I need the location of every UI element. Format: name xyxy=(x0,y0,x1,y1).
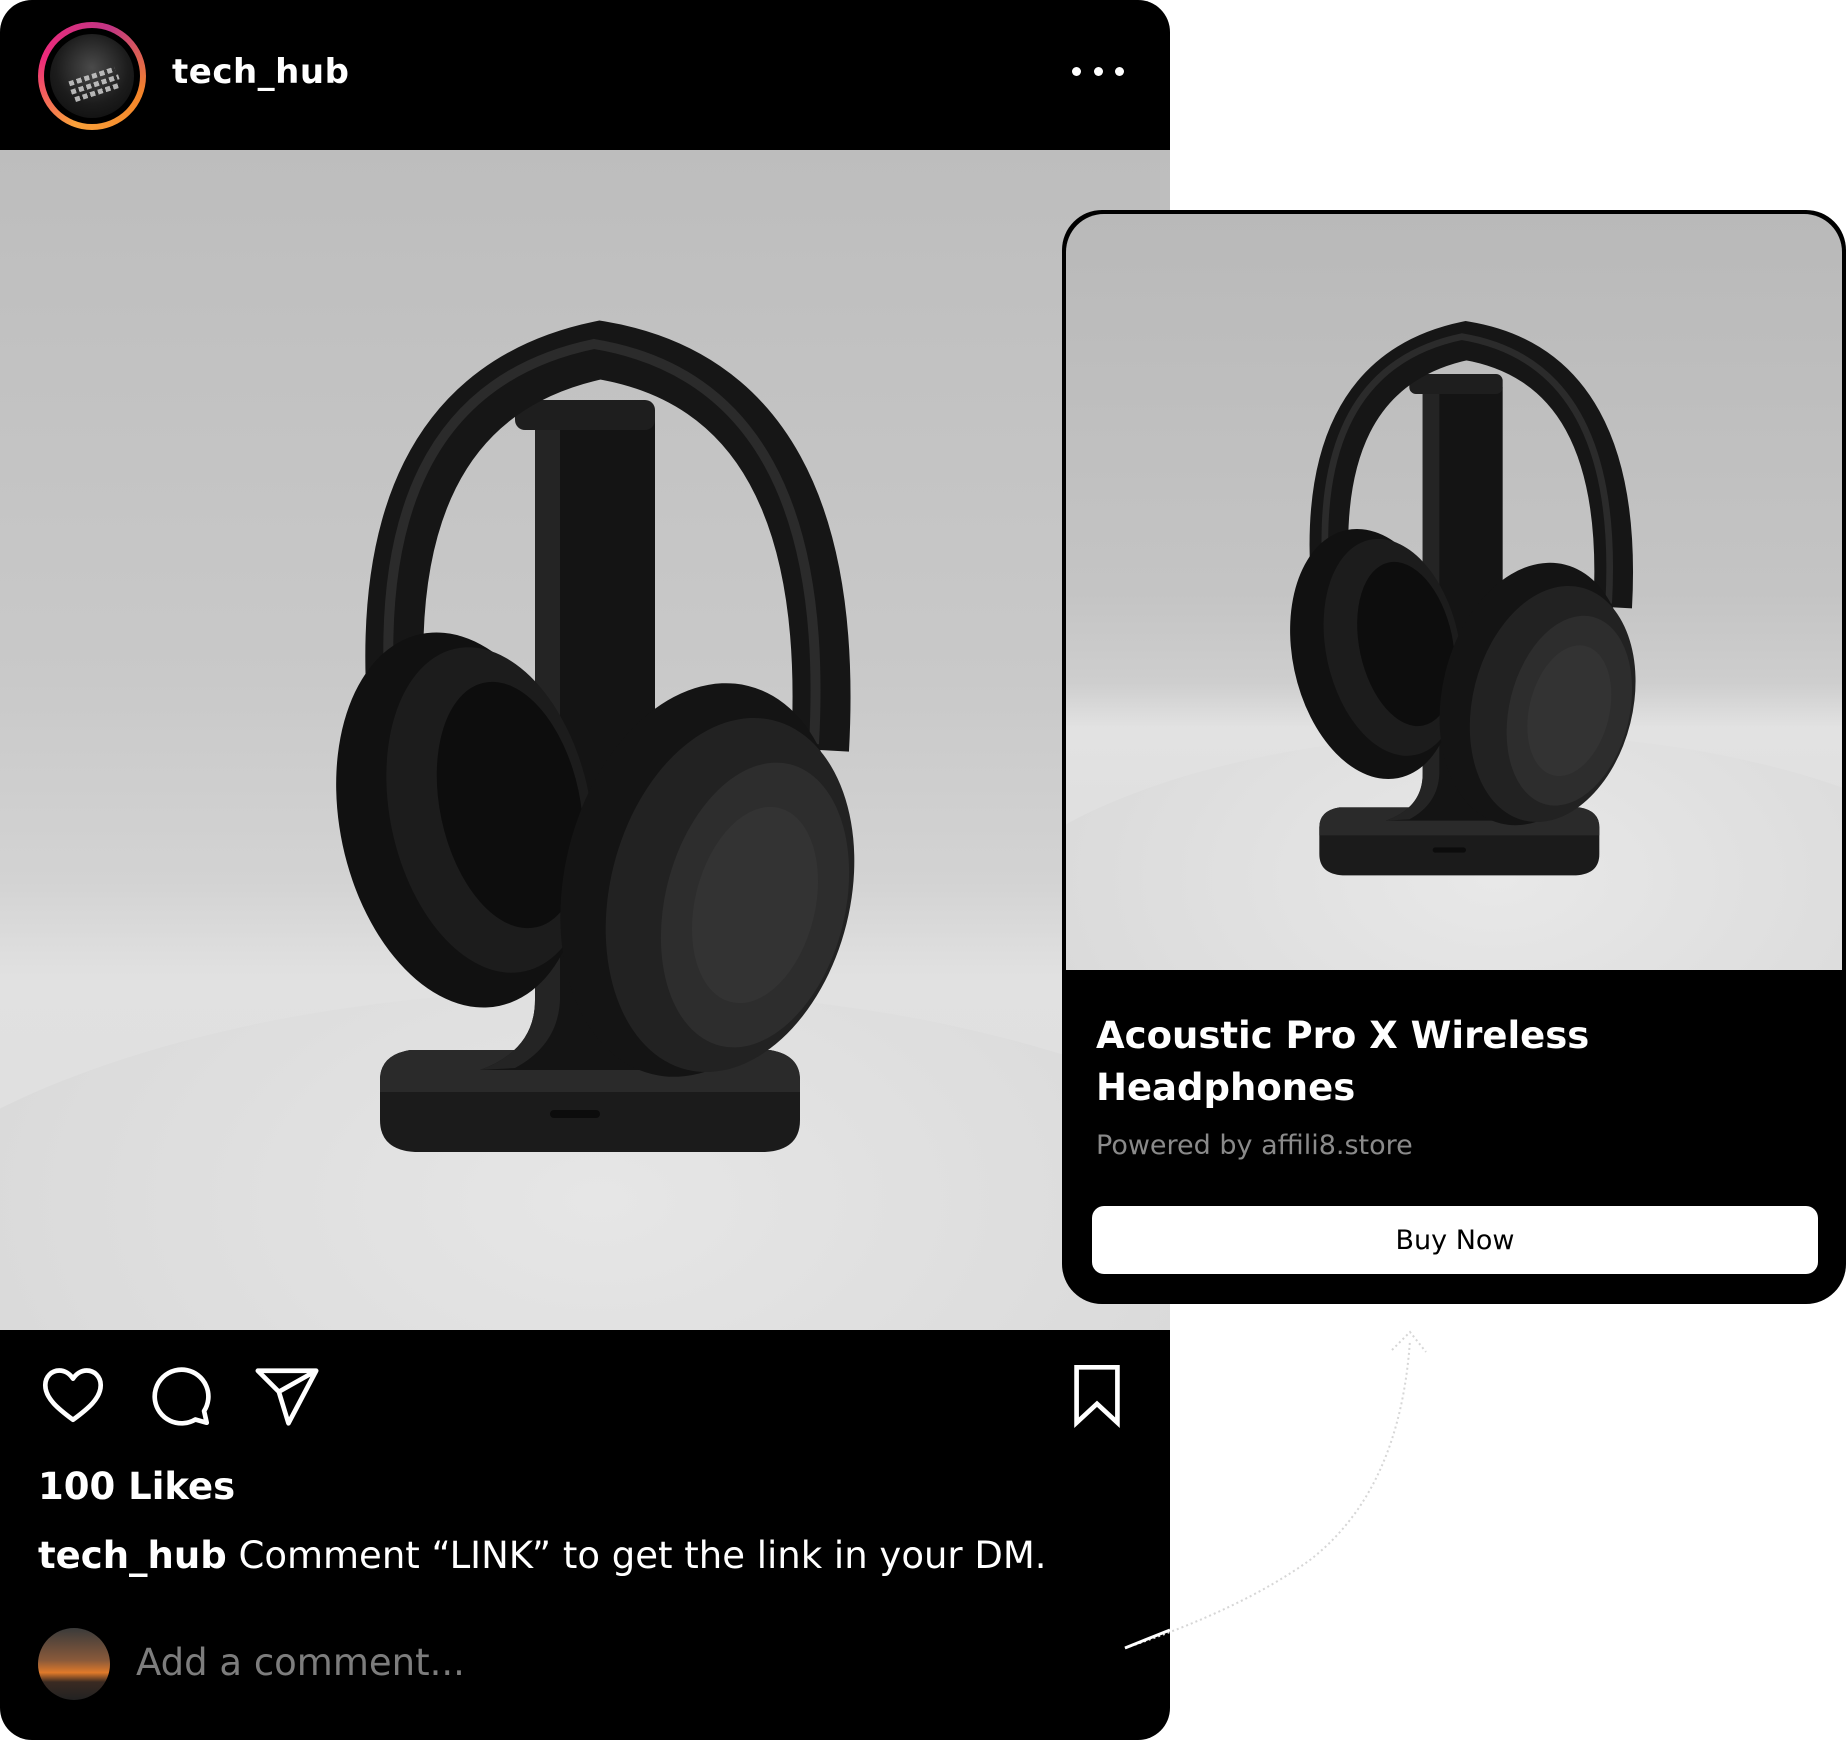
comment-input[interactable] xyxy=(136,1634,1036,1690)
commenter-avatar xyxy=(38,1628,110,1700)
likes-count[interactable]: 100 Likes xyxy=(38,1465,235,1508)
send-icon[interactable] xyxy=(252,1362,322,1436)
instagram-post: tech_hub 100 Likes tech_hub Comment “LIN… xyxy=(0,0,1170,1740)
powered-by-label: Powered by affili8.store xyxy=(1096,1130,1413,1161)
post-username[interactable]: tech_hub xyxy=(172,52,349,92)
post-header: tech_hub xyxy=(0,0,1170,150)
post-actions xyxy=(0,1330,1170,1460)
product-card: Acoustic Pro X Wireless Headphones Power… xyxy=(1062,210,1846,1304)
comment-row xyxy=(38,1624,1138,1700)
headphones-image xyxy=(1266,294,1666,894)
bookmark-icon[interactable] xyxy=(1062,1360,1132,1434)
product-title: Acoustic Pro X Wireless Headphones xyxy=(1096,1014,1590,1109)
product-image[interactable] xyxy=(1066,214,1842,970)
comment-icon[interactable] xyxy=(144,1360,214,1434)
headphones-image xyxy=(300,280,900,1180)
post-image[interactable] xyxy=(0,150,1170,1330)
caption-username[interactable]: tech_hub xyxy=(38,1534,227,1577)
buy-now-button[interactable]: Buy Now xyxy=(1092,1206,1818,1274)
profile-avatar[interactable] xyxy=(38,22,146,130)
canvas: tech_hub 100 Likes tech_hub Comment “LIN… xyxy=(0,0,1848,1740)
avatar-image xyxy=(50,34,134,118)
more-options-icon[interactable] xyxy=(1072,56,1124,86)
post-caption: tech_hub Comment “LINK” to get the link … xyxy=(38,1534,1047,1577)
caption-text: Comment “LINK” to get the link in your D… xyxy=(238,1534,1047,1577)
heart-icon[interactable] xyxy=(38,1360,108,1434)
